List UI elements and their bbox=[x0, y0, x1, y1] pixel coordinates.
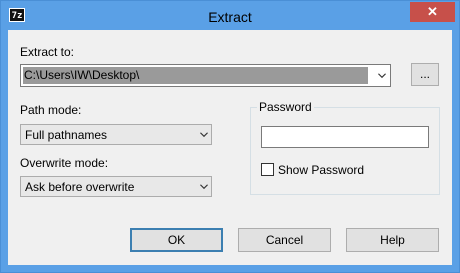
chevron-down-icon bbox=[200, 131, 208, 139]
browse-button[interactable]: ... bbox=[411, 63, 439, 86]
path-mode-select[interactable]: Full pathnames bbox=[20, 124, 212, 145]
extract-dialog: 7z Extract ✕ Extract to: C:\Users\IW\Des… bbox=[0, 0, 460, 273]
help-button[interactable]: Help bbox=[346, 228, 439, 252]
overwrite-mode-label: Overwrite mode: bbox=[20, 156, 109, 170]
path-mode-value: Full pathnames bbox=[25, 128, 108, 142]
password-group-label: Password bbox=[257, 100, 314, 114]
cancel-button[interactable]: Cancel bbox=[238, 228, 331, 252]
password-input[interactable] bbox=[261, 126, 429, 148]
window-title: Extract bbox=[208, 9, 252, 25]
extract-path-combobox[interactable]: C:\Users\IW\Desktop\ bbox=[20, 64, 391, 87]
overwrite-mode-value: Ask before overwrite bbox=[25, 180, 135, 194]
extract-path-value: C:\Users\IW\Desktop\ bbox=[24, 68, 140, 82]
show-password-checkbox[interactable] bbox=[261, 163, 274, 176]
title-bar[interactable]: 7z Extract ✕ bbox=[1, 1, 459, 30]
password-group bbox=[250, 107, 440, 195]
close-button[interactable]: ✕ bbox=[410, 2, 455, 22]
chevron-down-icon[interactable] bbox=[378, 72, 386, 80]
show-password-label[interactable]: Show Password bbox=[278, 163, 364, 177]
path-mode-label: Path mode: bbox=[20, 103, 82, 117]
dialog-body: Extract to: C:\Users\IW\Desktop\ ... Pat… bbox=[8, 30, 452, 265]
ok-button[interactable]: OK bbox=[130, 228, 223, 252]
overwrite-mode-select[interactable]: Ask before overwrite bbox=[20, 176, 212, 197]
extract-to-label: Extract to: bbox=[20, 45, 75, 59]
close-icon: ✕ bbox=[427, 4, 438, 19]
chevron-down-icon bbox=[200, 183, 208, 191]
